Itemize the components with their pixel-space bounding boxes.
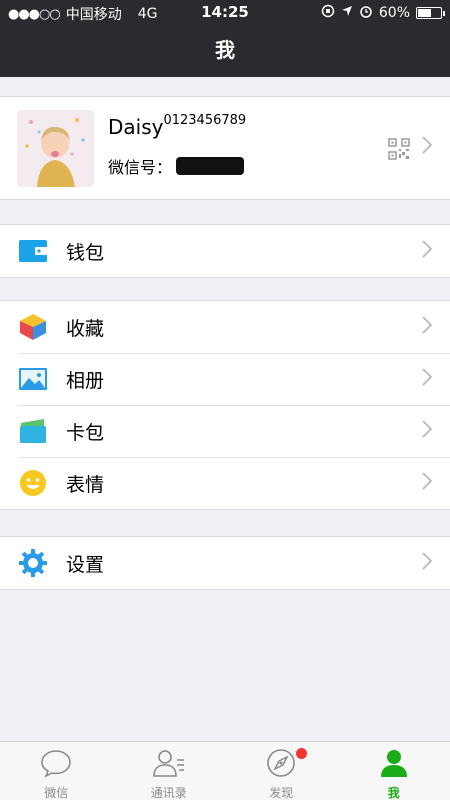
- status-bar: ●●●○○ 中国移动 4G 14:25 60%: [0, 0, 450, 26]
- tab-me[interactable]: 我: [338, 742, 450, 800]
- collection-group: 收藏 相册 卡包 表情: [0, 300, 450, 510]
- wallet-group: 钱包: [0, 224, 450, 278]
- battery-icon: [416, 7, 445, 19]
- menu-item-card-bag[interactable]: 卡包: [0, 405, 450, 457]
- discover-badge: [296, 748, 307, 759]
- tab-chats[interactable]: 微信: [0, 742, 113, 800]
- profile-name-suffix: 0123456789: [163, 113, 247, 128]
- tab-label: 我: [387, 786, 400, 800]
- favorites-icon: [18, 313, 48, 341]
- chevron-right-icon: [422, 367, 433, 391]
- avatar[interactable]: [17, 110, 94, 187]
- menu-item-wallet[interactable]: 钱包: [0, 225, 450, 277]
- chevron-right-icon: [422, 471, 433, 495]
- tab-label: 微信: [44, 786, 69, 800]
- settings-icon: [18, 549, 48, 577]
- rotation-lock-icon: [321, 4, 335, 22]
- menu-item-label: 表情: [66, 474, 105, 496]
- wechat-id-label: 微信号：: [108, 158, 173, 177]
- menu-item-stickers[interactable]: 表情: [0, 457, 450, 509]
- chevron-right-icon: [422, 239, 433, 263]
- location-icon: [341, 5, 353, 21]
- profile-name: Daisy0123456789: [108, 113, 247, 139]
- menu-item-label: 设置: [66, 554, 105, 576]
- tab-label: 发现: [269, 786, 294, 800]
- tab-discover[interactable]: 发现: [225, 742, 338, 800]
- redacted-wechat-id: [176, 157, 245, 175]
- sticker-icon: [18, 469, 48, 497]
- album-icon: [18, 365, 48, 393]
- wechat-id: 微信号：: [108, 154, 245, 178]
- compass-icon: [266, 748, 296, 782]
- menu-item-settings[interactable]: 设置: [0, 537, 450, 589]
- navigation-bar: ●●●○○ 中国移动 4G 14:25 60% 我: [0, 0, 450, 77]
- menu-item-album[interactable]: 相册: [0, 353, 450, 405]
- settings-group: 设置: [0, 536, 450, 590]
- profile-name-text: Daisy: [108, 115, 164, 139]
- chevron-right-icon: [422, 315, 433, 339]
- menu-item-label: 卡包: [66, 422, 105, 444]
- me-icon: [379, 748, 409, 782]
- chevron-right-icon: [422, 419, 433, 443]
- tab-label: 通讯录: [150, 786, 187, 800]
- tab-bar: 微信 通讯录 发现 我: [0, 741, 450, 800]
- chat-icon: [40, 748, 72, 782]
- battery-percent: 60%: [378, 5, 410, 21]
- chevron-right-icon: [422, 135, 433, 159]
- tab-contacts[interactable]: 通讯录: [113, 742, 226, 800]
- menu-item-label: 相册: [66, 370, 105, 392]
- qr-code-icon[interactable]: [388, 138, 410, 164]
- wallet-icon: [18, 237, 48, 265]
- alarm-icon: [359, 4, 373, 22]
- page-title: 我: [215, 38, 235, 62]
- contacts-icon: [152, 748, 186, 782]
- profile-card[interactable]: Daisy0123456789 微信号：: [0, 96, 450, 200]
- menu-item-label: 收藏: [66, 318, 105, 340]
- menu-item-favorites[interactable]: 收藏: [0, 301, 450, 353]
- chevron-right-icon: [422, 551, 433, 575]
- card-bag-icon: [18, 417, 48, 445]
- menu-item-label: 钱包: [66, 242, 105, 264]
